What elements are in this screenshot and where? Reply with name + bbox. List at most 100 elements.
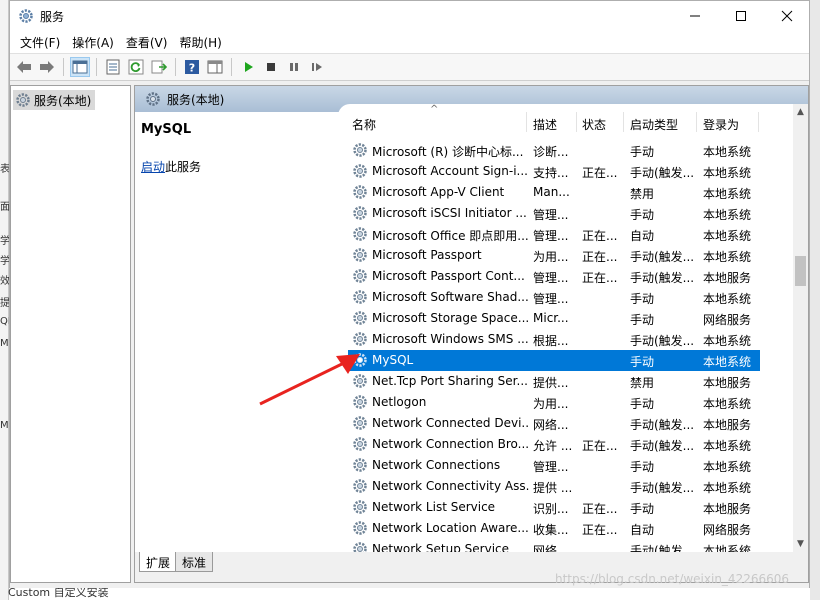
export-list-button[interactable] [149, 57, 169, 77]
start-service-link[interactable]: 启动 [141, 160, 165, 174]
column-divider[interactable] [758, 112, 759, 132]
restart-icon [312, 63, 322, 71]
column-divider[interactable] [623, 112, 624, 132]
play-icon [245, 62, 253, 72]
tab-extended[interactable]: 扩展 [139, 552, 178, 572]
table-row[interactable]: Net.Tcp Port Sharing Ser... 提供... 禁用 本地服务 [348, 371, 760, 392]
cell-log-on-as: 本地服务 [703, 418, 752, 432]
column-divider[interactable] [696, 112, 697, 132]
maximize-button[interactable] [718, 1, 764, 31]
cell-description: 为用... [533, 250, 569, 264]
help-icon: ? [185, 60, 199, 75]
table-row[interactable]: Network Location Aware... 收集... 正在... 自动 网络服… [348, 518, 760, 539]
table-row[interactable]: Microsoft Passport 为用... 正在... 手动(触发... 本地系统 [348, 245, 760, 266]
table-row[interactable]: Network List Service 识别... 正在... 手动 本地服务 [348, 497, 760, 518]
cell-name: Microsoft Storage Space... [372, 311, 530, 325]
content-area: 服务(本地) 服务(本地) MySQL 启动此服务 ^ 名称 描述 状态 启动类… [10, 83, 809, 588]
list-header: ^ 名称 描述 状态 启动类型 登录为 [338, 104, 793, 134]
cell-description: 管理... [533, 208, 569, 222]
service-gear-icon [353, 521, 367, 535]
vertical-scrollbar[interactable]: ▲ ▼ [793, 104, 808, 552]
pause-service-button[interactable] [284, 57, 304, 77]
back-button[interactable] [14, 57, 34, 77]
minimize-button[interactable] [672, 1, 718, 31]
help-button[interactable]: ? [182, 57, 202, 77]
table-row[interactable]: Microsoft Account Sign-i... 支持... 正在... 手动(… [348, 161, 760, 182]
column-divider[interactable] [526, 112, 527, 132]
show-action-pane-button[interactable] [205, 57, 225, 77]
scroll-thumb[interactable] [795, 256, 806, 286]
table-row[interactable]: Network Connected Devi... 网络... 手动(触发... 本地… [348, 413, 760, 434]
stop-icon [267, 63, 275, 71]
bg-char: 表 [0, 164, 9, 175]
table-row[interactable]: Microsoft iSCSI Initiator ... 管理... 手动 本地系统 [348, 203, 760, 224]
table-row[interactable]: Microsoft Software Shad... 管理... 手动 本地系统 [348, 287, 760, 308]
table-row[interactable]: Microsoft Storage Space... Micr... 手动 网络服务 [348, 308, 760, 329]
cell-startup-type: 自动 [630, 229, 655, 243]
table-row[interactable]: MySQL 手动 本地系统 [348, 350, 760, 371]
service-gear-icon [353, 143, 367, 157]
service-gear-icon [353, 185, 367, 199]
table-row[interactable]: Microsoft Office 即点即用... 管理... 正在... 自动 本地系统 [348, 224, 760, 245]
cell-description: 识别... [533, 502, 569, 516]
action-pane-icon [207, 60, 223, 74]
cell-log-on-as: 本地系统 [703, 187, 752, 201]
main-pane: 服务(本地) MySQL 启动此服务 ^ 名称 描述 状态 启动类型 登录为 M… [134, 85, 809, 583]
column-header-log-on-as[interactable]: 登录为 [703, 116, 739, 133]
table-row[interactable]: Microsoft Windows SMS ... 根据... 手动(触发... 本地… [348, 329, 760, 350]
window-title: 服务 [40, 10, 65, 24]
main-pane-title: 服务(本地) [167, 92, 225, 107]
table-row[interactable]: Microsoft (R) 诊断中心标... 诊断... 手动 本地系统 [348, 140, 760, 161]
tree-item-services-local[interactable]: 服务(本地) [13, 90, 96, 110]
scroll-up-icon[interactable]: ▲ [793, 104, 808, 120]
column-header-description[interactable]: 描述 [533, 116, 557, 133]
menu-view[interactable]: 查看(V) [120, 34, 174, 51]
forward-button[interactable] [37, 57, 57, 77]
cell-startup-type: 手动(触发... [630, 544, 695, 552]
cell-startup-type: 禁用 [630, 376, 655, 390]
cell-description: 提供 ... [533, 481, 573, 495]
service-gear-icon [353, 311, 367, 325]
restart-service-button[interactable] [307, 57, 327, 77]
show-hide-console-tree-button[interactable] [70, 57, 90, 77]
column-header-startup-type[interactable]: 启动类型 [630, 116, 678, 133]
table-row[interactable]: Microsoft Passport Cont... 管理... 正在... 手动(触… [348, 266, 760, 287]
cell-startup-type: 手动(触发... [630, 250, 695, 264]
cell-description: Micr... [533, 311, 569, 325]
menu-help[interactable]: 帮助(H) [173, 34, 227, 51]
scroll-down-icon[interactable]: ▼ [793, 536, 808, 552]
cell-log-on-as: 本地系统 [703, 229, 752, 243]
cell-name: Netlogon [372, 395, 427, 409]
cell-log-on-as: 本地系统 [703, 481, 752, 495]
cell-name: Microsoft Software Shad... [372, 290, 529, 304]
service-gear-icon [353, 542, 367, 552]
table-row[interactable]: Network Connectivity Ass... 提供 ... 手动(触发..… [348, 476, 760, 497]
properties-button[interactable] [103, 57, 123, 77]
column-header-name[interactable]: 名称 [352, 116, 376, 133]
table-row[interactable]: Microsoft App-V Client Man... 禁用 本地系统 [348, 182, 760, 203]
title-bar[interactable]: 服务 [10, 1, 809, 31]
bg-char: M [0, 338, 9, 349]
refresh-button[interactable] [126, 57, 146, 77]
cell-log-on-as: 本地系统 [703, 166, 752, 180]
service-gear-icon [353, 500, 367, 514]
column-header-status[interactable]: 状态 [582, 116, 606, 133]
table-row[interactable]: Network Setup Service 网络... 手动(触发... 本地系统 [348, 539, 760, 552]
close-button[interactable] [764, 1, 810, 31]
watermark: https://blog.csdn.net/weixin_42266606 [555, 572, 790, 586]
stop-service-button[interactable] [261, 57, 281, 77]
menu-action[interactable]: 操作(A) [66, 34, 120, 51]
bg-char: 学 [0, 236, 9, 247]
table-row[interactable]: Netlogon 为用... 手动 本地系统 [348, 392, 760, 413]
cell-log-on-as: 本地系统 [703, 544, 752, 552]
cell-log-on-as: 本地系统 [703, 292, 752, 306]
table-row[interactable]: Network Connection Bro... 允许 ... 正在... 手动(触… [348, 434, 760, 455]
cell-log-on-as: 本地系统 [703, 439, 752, 453]
column-divider[interactable] [576, 112, 577, 132]
start-service-button[interactable] [238, 57, 258, 77]
pause-icon [290, 63, 298, 71]
menu-file[interactable]: 文件(F) [14, 34, 66, 51]
tab-standard[interactable]: 标准 [175, 552, 214, 572]
service-gear-icon [353, 479, 367, 493]
table-row[interactable]: Network Connections 管理... 手动 本地系统 [348, 455, 760, 476]
